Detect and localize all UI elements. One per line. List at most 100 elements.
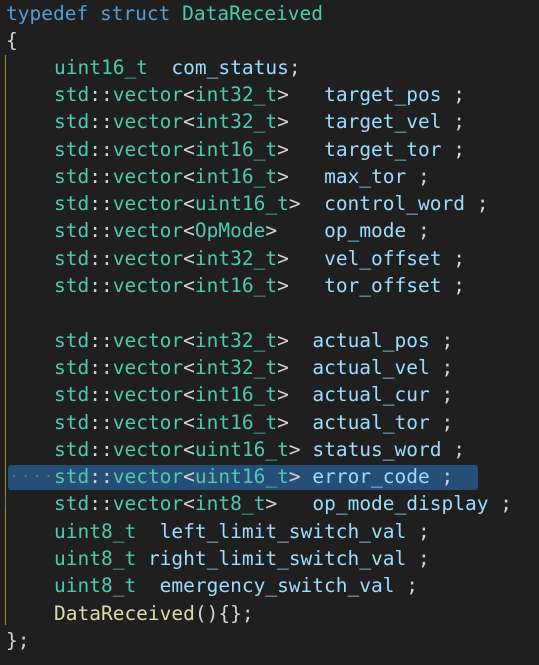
code-line-constructor[interactable]: DataReceived(){}; xyxy=(54,600,254,627)
code-line-close-brace[interactable]: }; xyxy=(6,627,29,654)
template-open: < xyxy=(183,110,195,133)
code-line-field[interactable]: std::vector<int16_t> target_tor ; xyxy=(54,136,465,163)
template-open: < xyxy=(183,329,195,352)
field-semicolon: ; xyxy=(453,438,465,461)
code-line-field[interactable]: std::vector<int32_t> vel_offset ; xyxy=(54,245,465,272)
scope-operator: :: xyxy=(89,83,113,106)
scope-operator: :: xyxy=(89,438,113,461)
scope-operator: :: xyxy=(89,329,113,352)
field-semicolon: ; xyxy=(417,520,430,543)
field-type: uint8_t xyxy=(54,547,137,570)
constructor-body: (){}; xyxy=(194,602,254,625)
code-editor[interactable]: ···· typedef struct DataReceived { uint1… xyxy=(0,0,539,665)
field-semicolon: ; xyxy=(453,274,465,297)
template-name: vector xyxy=(112,83,184,106)
template-name: vector xyxy=(112,329,184,352)
template-name: vector xyxy=(112,165,184,188)
code-line-field[interactable]: uint16_t com_status; xyxy=(54,54,301,81)
template-name: vector xyxy=(112,192,184,215)
field-name: emergency_switch_val xyxy=(159,574,395,597)
code-line-typedef[interactable]: typedef struct DataReceived xyxy=(6,0,323,27)
code-line-field[interactable]: std::vector<uint16_t> status_word ; xyxy=(54,436,465,463)
struct-name: DataReceived xyxy=(182,2,324,25)
scope-operator: :: xyxy=(89,492,113,515)
template-name: vector xyxy=(112,438,184,461)
template-open: < xyxy=(183,165,195,188)
template-close: > xyxy=(288,192,301,215)
template-arg: int16_t xyxy=(194,411,278,434)
field-semicolon: ; xyxy=(417,547,430,570)
namespace: std xyxy=(54,492,90,515)
scope-operator: :: xyxy=(89,165,113,188)
namespace: std xyxy=(54,138,90,161)
field-type: uint8_t xyxy=(54,520,137,543)
template-arg: int16_t xyxy=(194,383,278,406)
namespace: std xyxy=(54,110,90,133)
code-line-field[interactable]: std::vector<int32_t> target_vel ; xyxy=(54,108,465,135)
template-name: vector xyxy=(112,274,184,297)
code-line-field[interactable]: std::vector<int32_t> actual_pos ; xyxy=(54,327,453,354)
field-semicolon: ; xyxy=(418,165,430,188)
template-open: < xyxy=(183,438,195,461)
close-brace: }; xyxy=(6,629,30,652)
template-close: > xyxy=(277,356,289,379)
field-name: vel_offset xyxy=(324,247,442,270)
code-line-field[interactable]: std::vector<uint16_t> control_word ; xyxy=(54,190,488,217)
namespace: std xyxy=(54,219,90,242)
field-semicolon: ; xyxy=(453,138,465,161)
field-type: uint16_t xyxy=(54,56,148,79)
scope-operator: :: xyxy=(89,192,113,215)
field-name: tor_offset xyxy=(324,274,442,297)
scope-operator: :: xyxy=(89,383,113,406)
code-line-field[interactable]: std::vector<int16_t> tor_offset ; xyxy=(54,272,465,299)
template-arg: OpMode xyxy=(194,219,266,242)
code-line-field[interactable]: std::vector<int16_t> max_tor ; xyxy=(54,163,430,190)
code-line-field[interactable]: std::vector<int16_t> actual_cur ; xyxy=(54,381,453,408)
code-line-field[interactable]: uint8_t left_limit_switch_val ; xyxy=(54,518,430,545)
field-name: actual_tor xyxy=(312,411,430,434)
namespace: std xyxy=(54,411,90,434)
namespace: std xyxy=(54,383,90,406)
template-name: vector xyxy=(112,138,184,161)
field-semicolon: ; xyxy=(441,383,454,406)
scope-operator: :: xyxy=(89,219,113,242)
scope-operator: :: xyxy=(89,274,113,297)
field-name: target_vel xyxy=(324,110,442,133)
code-line-field[interactable]: std::vector<int8_t> op_mode_display ; xyxy=(54,490,512,517)
code-line-field[interactable]: std::vector<int32_t> actual_vel ; xyxy=(54,354,453,381)
template-close: > xyxy=(277,383,289,406)
namespace: std xyxy=(54,247,90,270)
code-line-field[interactable]: std::vector<int32_t> target_pos ; xyxy=(54,81,465,108)
typedef-keyword: typedef xyxy=(6,2,89,25)
namespace: std xyxy=(54,438,90,461)
template-close: > xyxy=(288,438,301,461)
template-close: > xyxy=(277,83,289,106)
struct-keyword: struct xyxy=(99,2,171,25)
template-close: > xyxy=(277,138,289,161)
template-close: > xyxy=(265,492,278,515)
template-name: vector xyxy=(112,219,184,242)
code-line-open-brace[interactable]: { xyxy=(6,27,18,54)
code-line-field[interactable]: std::vector<OpMode> op_mode ; xyxy=(54,217,430,244)
code-line-field[interactable]: uint8_t right_limit_switch_val ; xyxy=(54,545,430,572)
template-arg: int32_t xyxy=(194,329,278,352)
template-arg: uint16_t xyxy=(194,192,289,215)
field-name: actual_pos xyxy=(312,329,430,352)
code-line-field-selected[interactable]: std::vector<uint16_t> error_code ; xyxy=(54,463,453,490)
field-name: target_pos xyxy=(324,83,442,106)
field-name: control_word xyxy=(324,192,465,215)
template-open: < xyxy=(183,383,195,406)
namespace: std xyxy=(54,192,90,215)
template-open: < xyxy=(183,138,195,161)
template-arg: int32_t xyxy=(194,247,278,270)
field-semicolon: ; xyxy=(441,356,454,379)
template-name: vector xyxy=(112,492,184,515)
namespace: std xyxy=(54,465,90,488)
template-close: > xyxy=(265,219,278,242)
code-line-field[interactable]: uint8_t emergency_switch_val ; xyxy=(54,572,418,599)
namespace: std xyxy=(54,274,90,297)
field-name: max_tor xyxy=(324,165,407,188)
field-name: op_mode_display xyxy=(312,492,489,515)
field-semicolon: ; xyxy=(500,492,512,515)
code-line-field[interactable]: std::vector<int16_t> actual_tor ; xyxy=(54,409,453,436)
